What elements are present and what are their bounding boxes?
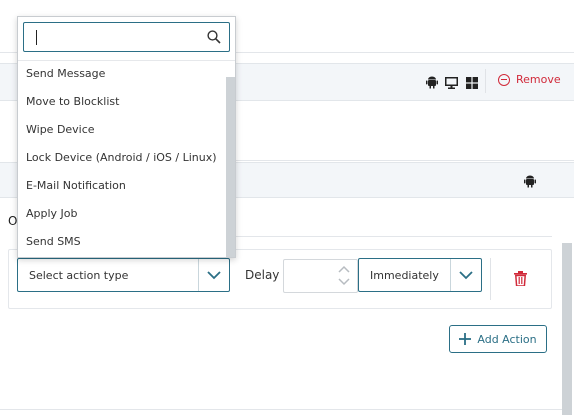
section-divider [234,160,574,161]
remove-label: Remove [516,73,561,86]
chevron-down-icon [198,259,229,291]
action-divider [490,258,491,300]
remove-circle-icon [498,73,510,86]
add-action-label: Add Action [477,332,537,346]
action-type-dropdown: Send Message Move to Blocklist Wipe Devi… [17,16,236,258]
action-type-select[interactable]: Select action type [17,258,230,292]
dropdown-scrollbar[interactable] [226,77,235,257]
dropdown-item-wipe-device[interactable]: Wipe Device [26,123,95,136]
android-icon [426,74,438,93]
actions-divider [234,236,552,237]
dropdown-item-send-message[interactable]: Send Message [26,67,105,80]
plus-icon [459,333,472,345]
remove-button[interactable]: Remove [498,73,561,86]
chevron-down-icon [450,259,481,291]
dropdown-item-apply-job[interactable]: Apply Job [26,207,78,220]
search-icon [207,30,221,44]
monitor-icon [445,74,458,93]
delay-input[interactable] [283,259,358,293]
spin-down-icon[interactable] [337,276,351,288]
delay-label: Delay [245,268,280,282]
android-icon [524,173,536,192]
dropdown-item-send-sms[interactable]: Send SMS [26,235,81,248]
dropdown-item-lock-device[interactable]: Lock Device (Android / iOS / Linux) [26,151,217,164]
header-divider [485,69,486,93]
timing-select[interactable]: Immediately [358,258,482,292]
dropdown-separator [18,60,235,61]
dropdown-item-move-to-blocklist[interactable]: Move to Blocklist [26,95,119,108]
spin-up-icon[interactable] [337,263,351,275]
dropdown-item-email-notification[interactable]: E-Mail Notification [26,179,126,192]
page-scrollbar[interactable] [562,243,572,415]
text-caret [36,30,37,45]
bottom-divider [0,409,562,410]
action-type-placeholder: Select action type [29,268,129,282]
trash-icon[interactable] [514,271,527,290]
windows-icon [466,74,478,93]
add-action-button[interactable]: Add Action [449,325,547,353]
timing-value: Immediately [370,268,439,282]
dropdown-search-input[interactable] [23,22,230,52]
